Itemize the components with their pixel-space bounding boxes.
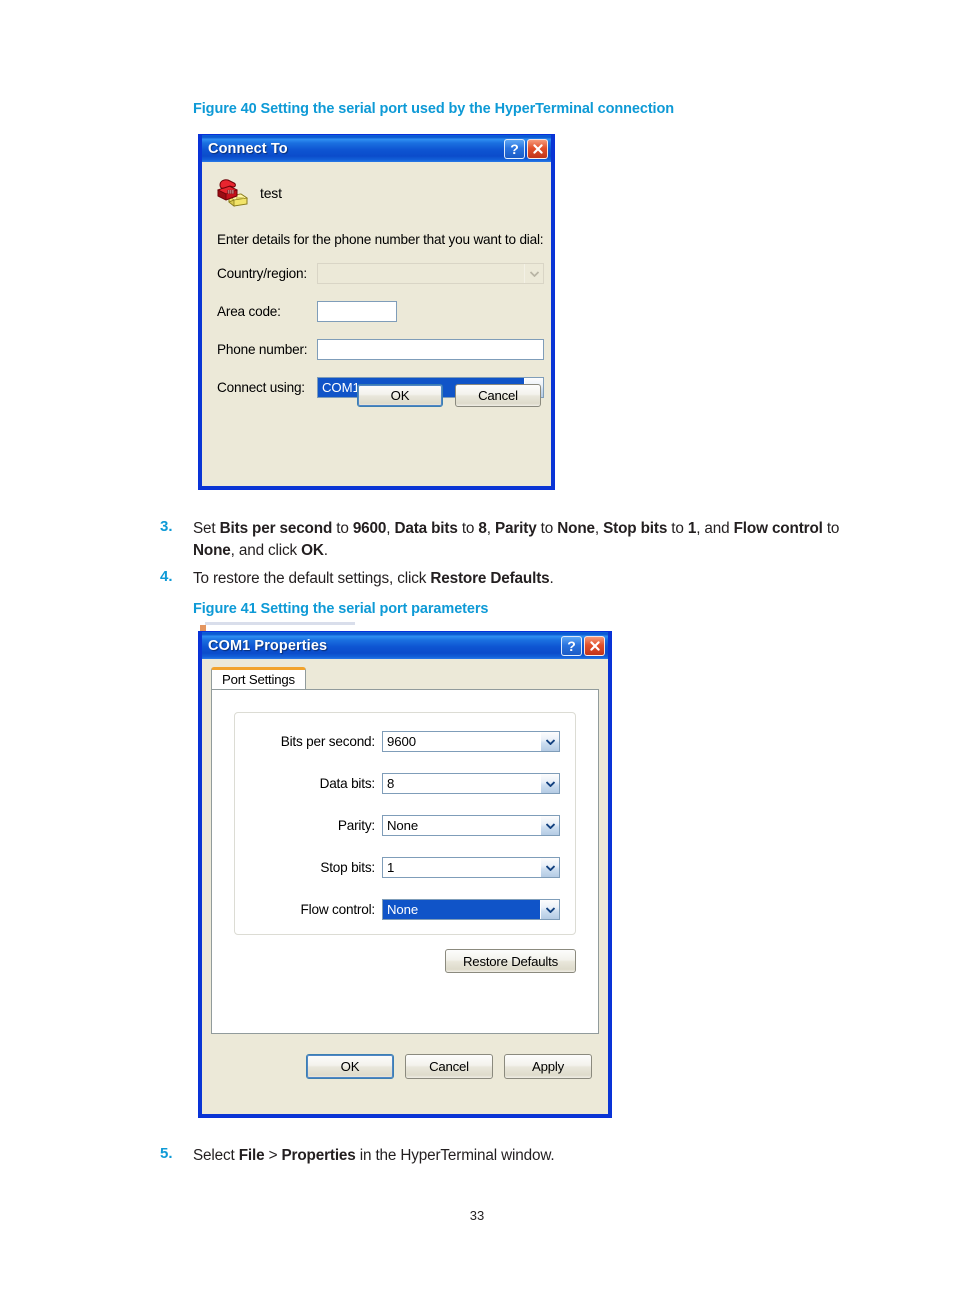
connect-using-label: Connect using: [217, 380, 305, 395]
country-region-label: Country/region: [217, 266, 307, 281]
connection-header: test [202, 162, 551, 208]
dialog-frame: COM1 Properties ? Port Settings Bits per… [199, 632, 611, 1117]
parity-select[interactable]: None [382, 815, 560, 836]
document-page: Figure 40 Setting the serial port used b… [0, 0, 954, 1296]
ok-button[interactable]: OK [357, 384, 443, 407]
flow-control-label: Flow control: [300, 902, 376, 917]
com1-properties-dialog: COM1 Properties ? Port Settings Bits per… [198, 631, 612, 1118]
data-bits-select[interactable]: 8 [382, 773, 560, 794]
area-code-input[interactable] [317, 301, 397, 322]
close-icon[interactable] [527, 138, 548, 159]
parity-label: Parity: [337, 818, 375, 833]
restore-defaults-button[interactable]: Restore Defaults [445, 949, 576, 973]
chevron-down-icon[interactable] [540, 732, 559, 751]
step-5-number: 5. [160, 1145, 173, 1162]
flow-control-select[interactable]: None [382, 899, 560, 920]
step-3-text: Set Bits per second to 9600, Data bits t… [193, 520, 840, 559]
form-row-stop-bits: Stop bits: 1 [235, 857, 575, 878]
country-region-select[interactable] [317, 263, 544, 284]
parity-value: None [387, 818, 419, 833]
dialog-prompt: Enter details for the phone number that … [217, 232, 544, 247]
tab-port-settings[interactable]: Port Settings [211, 667, 306, 689]
page-number: 33 [469, 1208, 485, 1223]
phone-icon [216, 178, 250, 208]
connect-to-form: Country/region: Area code: Phone number:… [202, 247, 551, 398]
country-region-value [318, 264, 524, 283]
chevron-down-icon[interactable] [540, 774, 559, 793]
titlebar-buttons: ? [504, 138, 548, 159]
dialog-title: COM1 Properties [208, 637, 328, 654]
dialog-body: test Enter details for the phone number … [202, 162, 551, 407]
apply-button[interactable]: Apply [504, 1054, 592, 1079]
restore-defaults-row: Restore Defaults [212, 949, 598, 973]
step-3-number: 3. [160, 518, 173, 535]
connect-to-dialog: Connect To ? test Enter details for the … [198, 134, 555, 490]
form-row-data-bits: Data bits: 8 [235, 773, 575, 794]
step-5-text: Select File > Properties in the HyperTer… [193, 1147, 555, 1164]
titlebar-buttons: ? [561, 635, 605, 656]
stop-bits-select[interactable]: 1 [382, 857, 560, 878]
background-window-edge [205, 622, 355, 625]
form-row-area-code: Area code: [217, 301, 551, 322]
flow-control-value: None [383, 900, 540, 919]
data-bits-value: 8 [387, 776, 395, 791]
stop-bits-label: Stop bits: [320, 860, 375, 875]
port-settings-group: Bits per second: 9600 Data bits: 8 Parit… [234, 712, 576, 935]
stop-bits-value: 1 [387, 860, 395, 875]
step-5: 5. Select File > Properties in the Hyper… [160, 1145, 880, 1167]
figure-40-caption: Figure 40 Setting the serial port used b… [193, 101, 674, 117]
phone-number-label: Phone number: [217, 342, 308, 357]
help-icon[interactable]: ? [504, 138, 525, 159]
cancel-button[interactable]: Cancel [405, 1054, 493, 1079]
bits-per-second-label: Bits per second: [280, 734, 375, 749]
titlebar: COM1 Properties ? [202, 632, 608, 659]
figure-41-caption: Figure 41 Setting the serial port parame… [193, 601, 489, 617]
chevron-down-icon [524, 264, 543, 283]
ok-button[interactable]: OK [306, 1054, 394, 1079]
form-row-bits-per-second: Bits per second: 9600 [235, 731, 575, 752]
data-bits-label: Data bits: [319, 776, 376, 791]
step-4: 4. To restore the default settings, clic… [160, 568, 880, 590]
bits-per-second-select[interactable]: 9600 [382, 731, 560, 752]
form-row-phone-number: Phone number: [217, 339, 551, 360]
cancel-button[interactable]: Cancel [455, 384, 541, 407]
bits-per-second-value: 9600 [387, 734, 416, 749]
step-3: 3. Set Bits per second to 9600, Data bit… [160, 518, 880, 562]
form-row-parity: Parity: None [235, 815, 575, 836]
dialog-footer: OK Cancel Apply [202, 1034, 608, 1079]
form-row-flow-control: Flow control: None [235, 899, 575, 920]
dialog-footer: OK Cancel [357, 384, 541, 407]
help-icon[interactable]: ? [561, 635, 582, 656]
dialog-body: Port Settings Bits per second: 9600 Data… [202, 667, 608, 1079]
area-code-label: Area code: [217, 304, 281, 319]
dialog-title: Connect To [208, 140, 288, 157]
tabstrip: Port Settings [211, 667, 608, 689]
chevron-down-icon[interactable] [540, 816, 559, 835]
dialog-frame: Connect To ? test Enter details for the … [199, 135, 554, 489]
tab-page-port-settings: Bits per second: 9600 Data bits: 8 Parit… [211, 689, 599, 1034]
step-4-number: 4. [160, 568, 173, 585]
chevron-down-icon[interactable] [540, 900, 559, 919]
form-row-country: Country/region: [217, 263, 551, 284]
chevron-down-icon[interactable] [540, 858, 559, 877]
step-4-text: To restore the default settings, click R… [193, 570, 554, 587]
connection-name: test [260, 185, 282, 201]
titlebar: Connect To ? [202, 135, 551, 162]
phone-number-input[interactable] [317, 339, 544, 360]
close-icon[interactable] [584, 635, 605, 656]
